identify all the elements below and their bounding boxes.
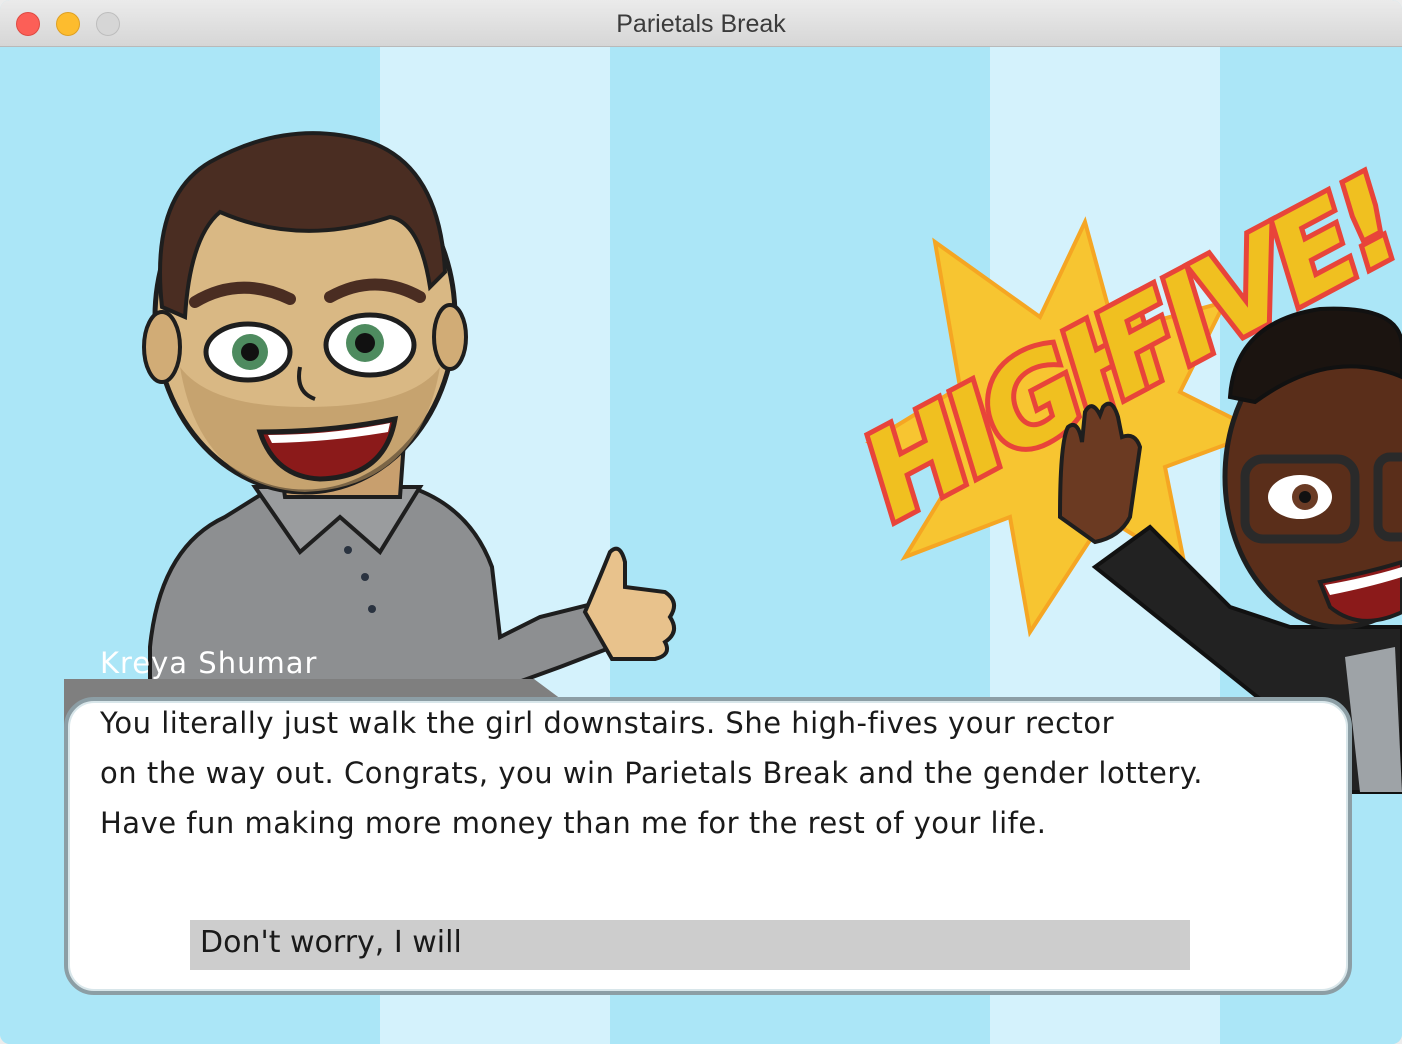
- dialog-line: on the way out. Congrats, you win Pariet…: [100, 756, 1203, 790]
- window-title: Parietals Break: [616, 10, 786, 38]
- speaker-name: Kreya Shumar: [100, 646, 318, 680]
- dialog-line: You literally just walk the girl downsta…: [100, 706, 1115, 740]
- choice-label[interactable]: Don't worry, I will: [200, 925, 462, 960]
- title-bar[interactable]: Parietals Break: [0, 0, 1402, 47]
- dialog-line: Have fun making more money than me for t…: [100, 806, 1047, 840]
- game-window: Parietals Break HIGH FIVE! Kreya Shumar …: [0, 0, 1402, 1044]
